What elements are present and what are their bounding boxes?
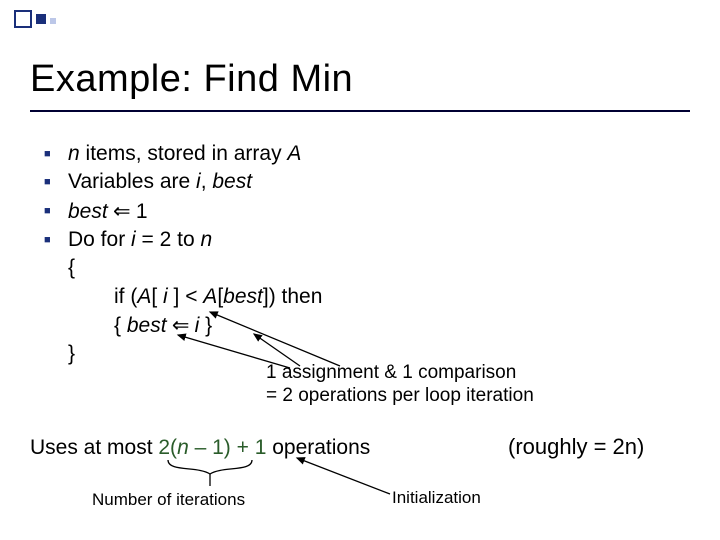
bullet-4: Do for i = 2 to n — [68, 226, 684, 254]
code-open-brace: { — [44, 254, 684, 282]
slide-decoration — [14, 10, 56, 28]
code-body-line: { best ⇐ i } — [44, 311, 684, 340]
bullet-icon: ■ — [44, 197, 68, 225]
bullet-icon: ■ — [44, 226, 68, 254]
bullet-1: n items, stored in array A — [68, 140, 684, 168]
iterations-label: Number of iterations — [92, 490, 245, 510]
roughly-note: (roughly = 2n) — [508, 434, 644, 460]
bullet-icon: ■ — [44, 140, 68, 168]
slide-title: Example: Find Min — [30, 58, 353, 101]
title-rule — [30, 110, 690, 112]
uses-line: Uses at most 2(n – 1) + 1 operations — [30, 436, 370, 460]
code-if-line: if (A[ i ] < A[best]) then — [44, 283, 684, 311]
bullet-3: best ⇐ 1 — [68, 197, 684, 226]
bullet-icon: ■ — [44, 168, 68, 196]
annotation-per-iteration: 1 assignment & 1 comparison = 2 operatio… — [266, 362, 534, 408]
initialization-label: Initialization — [392, 488, 481, 508]
slide-body: ■ n items, stored in array A ■ Variables… — [44, 140, 684, 369]
bullet-2: Variables are i, best — [68, 168, 684, 196]
